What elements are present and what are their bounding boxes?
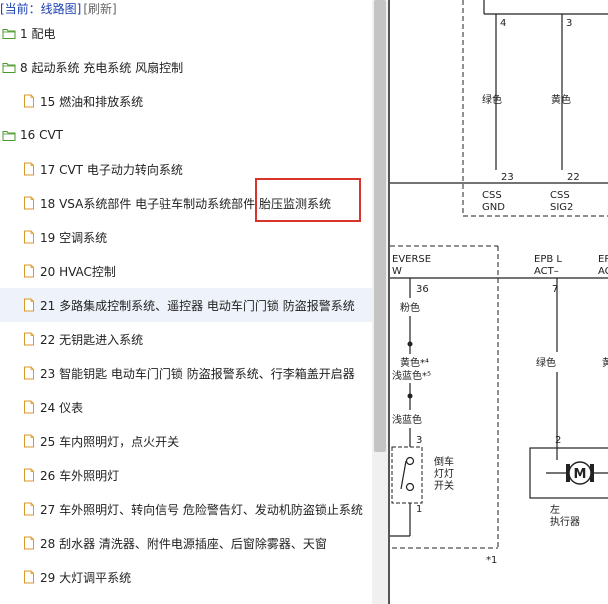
tree-item-label: 15 燃油和排放系统 xyxy=(40,94,144,109)
page-icon xyxy=(22,298,36,312)
pin-label: 23 xyxy=(501,172,514,183)
tree-item-label: 8 起动系统 充电系统 风扇控制 xyxy=(20,60,184,75)
tree-item-label: 1 配电 xyxy=(20,26,56,41)
component-label: 倒车 xyxy=(434,455,454,468)
folder-open-icon xyxy=(2,128,16,142)
tree-item-label: 20 HVAC控制 xyxy=(40,264,116,279)
tree-item-label: 16 CVT xyxy=(20,128,64,142)
page-icon xyxy=(22,196,36,210)
tree-item-label: 23 智能钥匙 电动车门门锁 防盗报警系统、行李箱盖开启器 xyxy=(40,366,355,381)
wiring-diagram: 4 3 绿色 黄色 23 22 CSS GND CSS SIG2 EVERSE … xyxy=(388,0,608,604)
catalog-panel: [当前：线路图] [刷新] 1 配电 8 起动系统 充电系统 风扇控制 15 燃油和排… xyxy=(0,0,372,604)
pin-label: 4 xyxy=(500,18,506,29)
wire-color-label: 黄色 xyxy=(551,93,571,106)
tree-item-16[interactable]: 16 CVT xyxy=(0,118,372,152)
component-label: 开关 xyxy=(434,479,454,492)
tree-item-27[interactable]: 27 车外照明灯、转向信号 危险警告灯、发动机防盗锁止系统 xyxy=(0,492,372,526)
tree-item-label: 21 多路集成控制系统、遥控器 电动车门门锁 防盗报警系统 xyxy=(40,298,355,313)
tree-item-21[interactable]: 21 多路集成控制系统、遥控器 电动车门门锁 防盗报警系统 xyxy=(0,288,372,322)
pin-label: 2 xyxy=(555,435,561,446)
signal-label: SIG2 xyxy=(550,202,573,213)
refresh-link[interactable]: [刷新] xyxy=(83,2,116,16)
tree-item-26[interactable]: 26 车外照明灯 xyxy=(0,458,372,492)
page-icon xyxy=(22,536,36,550)
signal-label: CSS xyxy=(482,190,502,201)
signal-label: W xyxy=(392,266,402,277)
tree-item-24[interactable]: 24 仪表 xyxy=(0,390,372,424)
scrollbar-thumb[interactable] xyxy=(374,0,386,452)
page-icon xyxy=(22,230,36,244)
wire-color-label: 浅蓝色*⁵ xyxy=(392,369,431,382)
tree-item-label: 26 车外照明灯 xyxy=(40,468,120,483)
tree-item-23[interactable]: 23 智能钥匙 电动车门门锁 防盗报警系统、行李箱盖开启器 xyxy=(0,356,372,390)
page-icon xyxy=(22,468,36,482)
tree-item-19[interactable]: 19 空调系统 xyxy=(0,220,372,254)
tree-item-label: 25 车内照明灯，点火开关 xyxy=(40,434,180,449)
wire-color-label: 粉色 xyxy=(400,301,420,314)
pin-label: 22 xyxy=(567,172,580,183)
current-location: [当前：线路图] xyxy=(0,2,82,16)
folder-open-icon xyxy=(2,60,16,74)
motor-icon: M xyxy=(574,467,587,482)
wire-color-label: 绿色 xyxy=(536,356,556,369)
tree-item-28[interactable]: 28 刮水器 清洗器、附件电源插座、后窗除雾器、天窗 xyxy=(0,526,372,560)
signal-label: EPB L xyxy=(534,254,562,265)
tree-item-20[interactable]: 20 HVAC控制 xyxy=(0,254,372,288)
page-icon xyxy=(22,400,36,414)
wiring-diagram-svg: 4 3 绿色 黄色 23 22 CSS GND CSS SIG2 EVERSE … xyxy=(390,0,608,566)
component-label: 执行器 xyxy=(550,515,580,528)
tree-item-label: 27 车外照明灯、转向信号 危险警告灯、发动机防盗锁止系统 xyxy=(40,502,363,517)
pin-label: 1 xyxy=(416,504,422,515)
page-icon xyxy=(22,570,36,584)
folder-open-icon xyxy=(2,26,16,40)
tree-item-15[interactable]: 15 燃油和排放系统 xyxy=(0,84,372,118)
tree-item-label: 24 仪表 xyxy=(40,400,84,415)
highlight-box xyxy=(255,178,361,222)
page-icon xyxy=(22,434,36,448)
component-label: 左 xyxy=(550,503,560,516)
tree-item-29[interactable]: 29 大灯调平系统 xyxy=(0,560,372,594)
wire-color-label: 浅蓝色 xyxy=(392,413,422,426)
component-label: 灯灯 xyxy=(434,468,454,480)
tree-item-label: 19 空调系统 xyxy=(40,230,108,245)
wire-color-label: 黄色*⁴ xyxy=(400,356,429,369)
footnote-label: *1 xyxy=(486,555,497,566)
page-icon xyxy=(22,94,36,108)
pin-label: 3 xyxy=(416,435,422,446)
wire-color-label: 黄 xyxy=(602,356,608,369)
pin-label: 3 xyxy=(566,18,572,29)
pin-label: 36 xyxy=(416,284,429,295)
page-icon xyxy=(22,264,36,278)
signal-label: EVERSE xyxy=(392,254,431,265)
tree-item-22[interactable]: 22 无钥匙进入系统 xyxy=(0,322,372,356)
page-icon xyxy=(22,332,36,346)
tree-item-label: 17 CVT 电子动力转向系统 xyxy=(40,162,183,177)
signal-label: ACT– xyxy=(534,266,559,277)
wire-color-label: 绿色 xyxy=(482,93,502,106)
tree-item-label: 22 无钥匙进入系统 xyxy=(40,332,144,347)
tree-item-label: 28 刮水器 清洗器、附件电源插座、后窗除雾器、天窗 xyxy=(40,536,327,551)
page-icon xyxy=(22,502,36,516)
tree-item-1[interactable]: 1 配电 xyxy=(0,16,372,50)
page-icon xyxy=(22,366,36,380)
page-icon xyxy=(22,162,36,176)
signal-label: GND xyxy=(482,202,505,213)
signal-label: CSS xyxy=(550,190,570,201)
signal-label: EP xyxy=(598,254,608,265)
signal-label: AC xyxy=(598,266,608,277)
tree-item-8[interactable]: 8 起动系统 充电系统 风扇控制 xyxy=(0,50,372,84)
tree-item-25[interactable]: 25 车内照明灯，点火开关 xyxy=(0,424,372,458)
tree-item-label: 29 大灯调平系统 xyxy=(40,570,132,585)
